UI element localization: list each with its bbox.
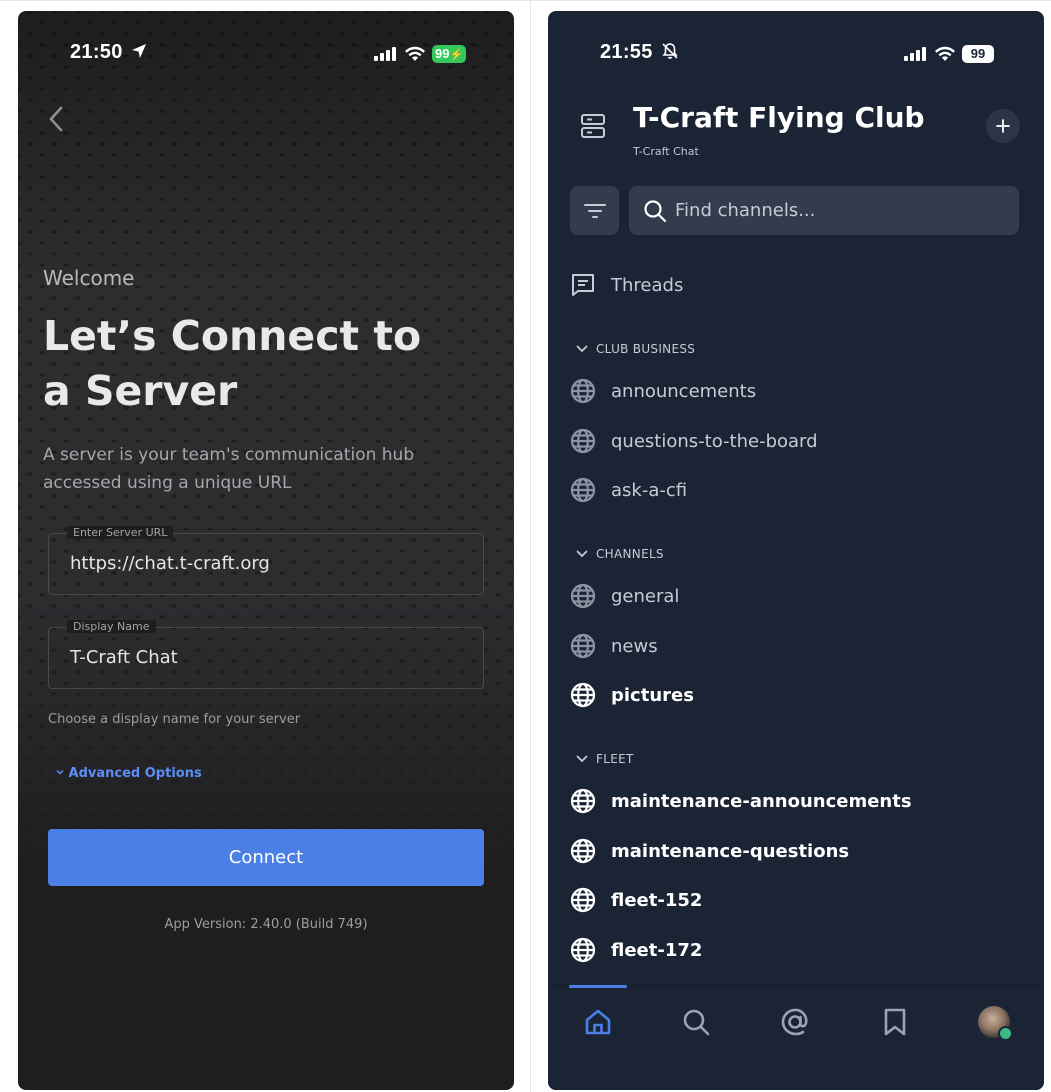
- threads-icon: [572, 274, 594, 296]
- display-name-hint: Choose a display name for your server: [48, 712, 301, 727]
- tab-mentions[interactable]: [775, 1002, 815, 1042]
- globe-icon: [570, 887, 596, 913]
- filter-button[interactable]: [570, 186, 619, 235]
- channel-name: maintenance-announcements: [611, 790, 912, 812]
- channel-name: ask-a-cfi: [611, 479, 688, 501]
- section-header[interactable]: FLEET: [576, 752, 634, 766]
- add-button[interactable]: [986, 109, 1020, 143]
- home-icon: [585, 1009, 611, 1035]
- online-status-icon: [998, 1026, 1013, 1041]
- globe-icon: [570, 682, 596, 708]
- status-bar: 21:50 99⚡: [18, 41, 514, 71]
- status-time: 21:55: [600, 41, 679, 64]
- status-icons: 99⚡: [374, 45, 467, 63]
- chevron-down-icon: [56, 769, 64, 775]
- section-title: CHANNELS: [596, 547, 664, 561]
- globe-icon: [570, 788, 596, 814]
- globe-icon: [570, 428, 596, 454]
- filter-icon: [583, 203, 606, 218]
- chevron-down-icon: [576, 755, 588, 763]
- status-time: 21:50: [70, 41, 147, 64]
- channel-item[interactable]: announcements: [570, 371, 756, 411]
- search-icon: [683, 1009, 710, 1036]
- avatar: [978, 1006, 1013, 1041]
- page-title: Let’s Connect to a Server: [43, 312, 422, 415]
- globe-icon: [570, 378, 596, 404]
- channel-item[interactable]: general: [570, 576, 679, 616]
- display-name-value[interactable]: T-Craft Chat: [70, 647, 178, 668]
- sidebar-item-threads[interactable]: Threads: [570, 265, 683, 305]
- tab-saved[interactable]: [875, 1002, 915, 1042]
- channel-name: fleet-172: [611, 939, 703, 961]
- team-title[interactable]: T-Craft Flying Club: [633, 101, 925, 134]
- welcome-text: Welcome: [43, 266, 135, 290]
- server-name: T-Craft Chat: [633, 145, 699, 158]
- display-name-field[interactable]: Display Name T-Craft Chat: [48, 620, 484, 689]
- channel-item[interactable]: fleet-172: [570, 930, 702, 970]
- frame-top-line: [0, 0, 1051, 1]
- plus-icon: [996, 119, 1010, 133]
- server-list-icon[interactable]: [580, 112, 606, 140]
- tab-home[interactable]: [578, 1002, 618, 1042]
- section-header[interactable]: CLUB BUSINESS: [576, 342, 695, 356]
- search-input[interactable]: [675, 186, 1005, 235]
- mention-icon: [781, 1008, 808, 1036]
- channel-name: pictures: [611, 684, 694, 706]
- channel-name: news: [611, 635, 658, 657]
- section-header[interactable]: CHANNELS: [576, 547, 664, 561]
- tab-bar: [548, 985, 1044, 1090]
- channel-name: maintenance-questions: [611, 840, 850, 862]
- channel-item[interactable]: ask-a-cfi: [570, 470, 687, 510]
- globe-icon: [570, 583, 596, 609]
- globe-icon: [570, 477, 596, 503]
- server-url-field[interactable]: Enter Server URL https://chat.t-craft.or…: [48, 526, 484, 595]
- battery-indicator: 99: [962, 45, 994, 63]
- back-chevron-icon[interactable]: [45, 105, 69, 133]
- channel-item[interactable]: maintenance-announcements: [570, 781, 912, 821]
- cellular-signal-icon: [374, 47, 396, 61]
- globe-icon: [570, 633, 596, 659]
- status-bar: 21:55 99: [548, 41, 1044, 71]
- channel-item[interactable]: fleet-152: [570, 880, 702, 920]
- tab-account[interactable]: [974, 1002, 1014, 1042]
- find-channels-search[interactable]: [629, 186, 1019, 235]
- channel-name: questions-to-the-board: [611, 430, 818, 452]
- globe-icon: [570, 838, 596, 864]
- server-url-label: Enter Server URL: [67, 526, 174, 539]
- app-version: App Version: 2.40.0 (Build 749): [164, 917, 368, 932]
- channel-item[interactable]: news: [570, 626, 658, 666]
- globe-icon: [570, 937, 596, 963]
- channel-item[interactable]: pictures: [570, 675, 694, 715]
- wifi-icon: [405, 46, 425, 61]
- location-arrow-icon: [131, 44, 146, 58]
- connect-button[interactable]: Connect: [48, 829, 484, 886]
- advanced-options-link[interactable]: Advanced Options: [56, 766, 202, 781]
- chevron-down-icon: [576, 550, 588, 558]
- channel-name: fleet-152: [611, 889, 703, 911]
- status-icons: 99: [904, 45, 994, 63]
- bell-slash-icon: [661, 43, 678, 59]
- bookmark-icon: [884, 1008, 906, 1036]
- tab-search[interactable]: [676, 1002, 716, 1042]
- wifi-icon: [935, 46, 955, 61]
- server-url-value[interactable]: https://chat.t-craft.org: [70, 553, 270, 574]
- screenshot-divider: [530, 0, 531, 1092]
- channel-item[interactable]: questions-to-the-board: [570, 421, 818, 461]
- section-title: FLEET: [596, 752, 634, 766]
- chevron-down-icon: [576, 345, 588, 353]
- cellular-signal-icon: [904, 47, 926, 61]
- channel-name: general: [611, 585, 680, 607]
- display-name-label: Display Name: [67, 620, 156, 633]
- page-subtitle: A server is your team's communication hu…: [43, 445, 415, 493]
- channel-list-screen: 21:55 99 T-Craft Flying Club T-Craft Cha…: [548, 11, 1044, 1090]
- search-icon: [644, 200, 667, 223]
- battery-indicator: 99⚡: [432, 45, 467, 63]
- section-title: CLUB BUSINESS: [596, 342, 696, 356]
- channel-item[interactable]: maintenance-questions: [570, 831, 849, 871]
- channel-name: announcements: [611, 380, 757, 402]
- connect-server-screen: 21:50 99⚡ Welcome Let’s Connect to a Ser…: [18, 11, 514, 1090]
- active-tab-indicator: [569, 985, 627, 988]
